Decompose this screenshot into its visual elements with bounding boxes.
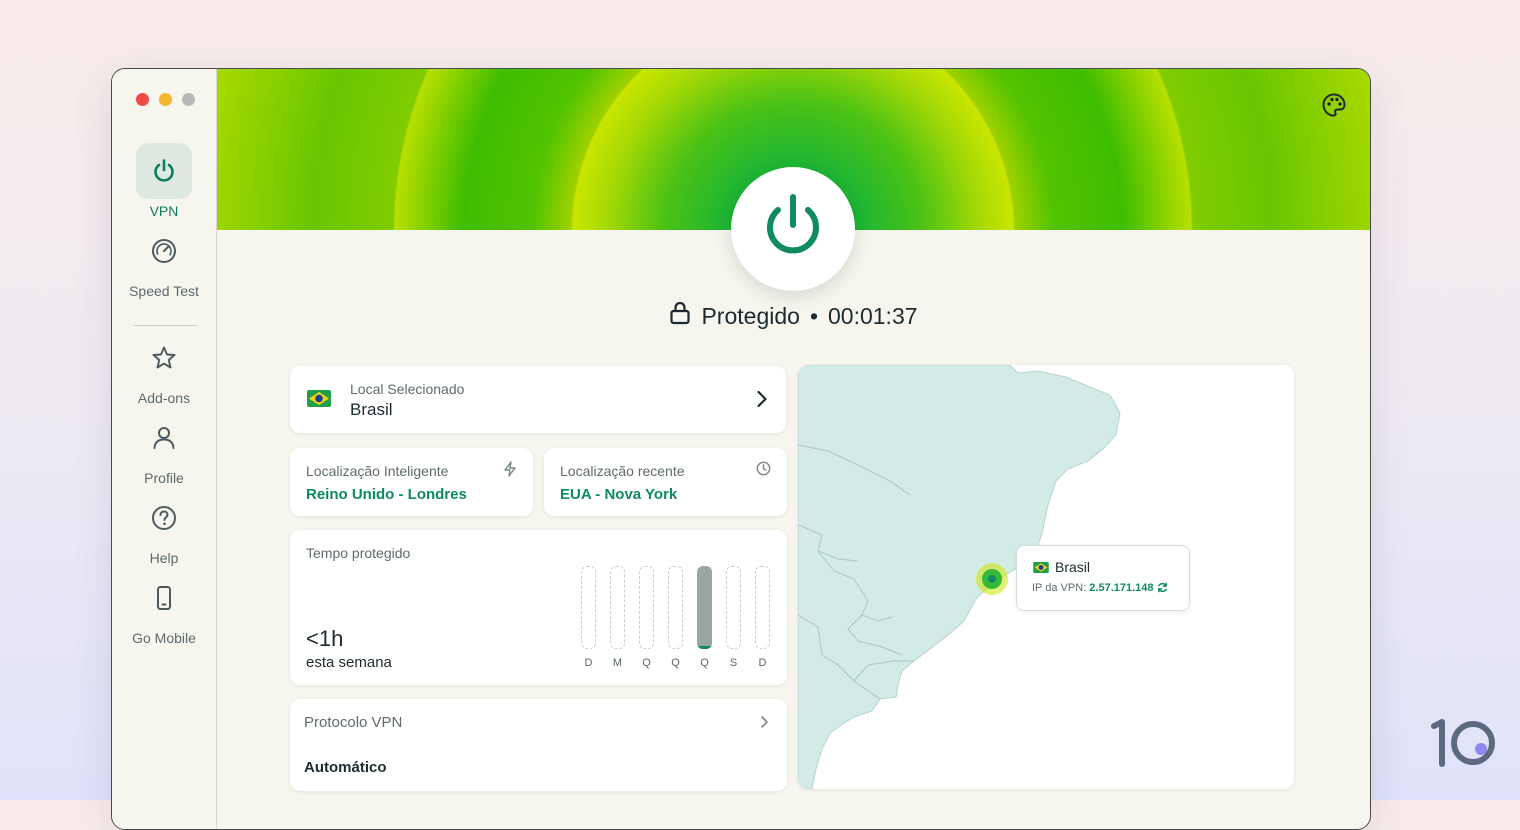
day-label: Q — [671, 657, 680, 669]
sidebar-item-label: VPN — [149, 203, 179, 219]
day-bar — [581, 566, 596, 649]
zoom-window-button[interactable] — [182, 93, 195, 106]
recent-location-caption: Localização recente — [560, 463, 685, 479]
popup-country: Brasil — [1055, 559, 1091, 575]
vpn-protocol-card[interactable]: Protocolo VPN Automático — [290, 699, 787, 791]
day-column: S — [725, 566, 742, 669]
close-window-button[interactable] — [136, 93, 149, 106]
day-column: M — [609, 566, 626, 669]
user-icon — [136, 410, 192, 466]
popup-ip-label: IP da VPN: — [1032, 582, 1087, 594]
connection-status: Protegido • 00:01:37 — [217, 301, 1370, 331]
day-label: S — [729, 657, 738, 669]
day-bar — [726, 566, 741, 649]
day-column: D — [754, 566, 771, 669]
window-controls — [136, 93, 195, 106]
phone-icon — [136, 570, 192, 626]
brazil-flag-icon — [1033, 560, 1049, 578]
app-window: VPN Speed Test Add-ons Profile Help Go M… — [111, 68, 1371, 830]
power-icon — [136, 143, 192, 199]
sidebar-item-vpn[interactable]: VPN — [112, 143, 216, 219]
day-label: Q — [642, 657, 651, 669]
selected-location-caption: Local Selecionado — [350, 381, 465, 397]
protected-time-period: esta semana — [306, 654, 392, 671]
sidebar-item-label: Go Mobile — [132, 630, 196, 646]
day-bar — [610, 566, 625, 649]
sidebar-item-go-mobile[interactable]: Go Mobile — [112, 570, 216, 646]
question-icon — [136, 490, 192, 546]
protected-time-card: Tempo protegido <1h esta semana D M Q Q … — [290, 530, 787, 685]
day-column: Q — [638, 566, 655, 669]
sidebar-item-label: Speed Test — [129, 283, 199, 299]
day-label: M — [612, 657, 623, 669]
brazil-flag-icon — [307, 390, 331, 412]
vpn-protocol-caption: Protocolo VPN — [304, 714, 403, 731]
weekly-bars: D M Q Q Q S D — [580, 566, 771, 669]
day-bar — [755, 566, 770, 649]
palette-icon[interactable] — [1320, 91, 1348, 119]
chevron-right-icon — [760, 715, 769, 734]
main-panel: Protegido • 00:01:37 Local Selecionado B… — [217, 69, 1370, 829]
star-icon — [136, 330, 192, 386]
day-label: D — [584, 657, 593, 669]
protected-time-value: <1h — [306, 626, 344, 651]
vpn-protocol-value: Automático — [304, 759, 387, 776]
connect-toggle-button[interactable] — [731, 167, 855, 291]
sidebar-item-profile[interactable]: Profile — [112, 410, 216, 486]
day-label: D — [758, 657, 767, 669]
lock-icon — [669, 301, 691, 331]
sidebar-item-speed-test[interactable]: Speed Test — [112, 223, 216, 299]
power-icon — [761, 193, 825, 266]
selected-location-card[interactable]: Local Selecionado Brasil — [290, 366, 786, 433]
sidebar-item-help[interactable]: Help — [112, 490, 216, 566]
day-bar — [639, 566, 654, 649]
popup-ip-value: 2.57.171.148 — [1089, 582, 1154, 594]
connection-timer: 00:01:37 — [828, 302, 918, 329]
status-label: Protegido — [701, 302, 800, 329]
day-column: D — [580, 566, 597, 669]
refresh-icon[interactable] — [1157, 582, 1168, 596]
day-label: Q — [700, 657, 709, 669]
sidebar-item-label: Help — [149, 550, 179, 566]
smart-location-card[interactable]: Localização Inteligente Reino Unido - Lo… — [290, 448, 533, 516]
lightning-icon — [503, 461, 517, 482]
speedometer-icon — [136, 223, 192, 279]
minimize-window-button[interactable] — [159, 93, 172, 106]
sidebar-item-add-ons[interactable]: Add-ons — [112, 330, 216, 406]
location-popup: Brasil IP da VPN: 2.57.171.148 — [1016, 545, 1190, 611]
day-column: Q — [667, 566, 684, 669]
selected-location-value: Brasil — [350, 400, 393, 419]
smart-location-caption: Localização Inteligente — [306, 463, 449, 479]
day-bar — [668, 566, 683, 649]
chevron-right-icon — [756, 390, 768, 413]
day-column: Q — [696, 566, 713, 669]
sidebar-item-label: Add-ons — [137, 390, 191, 406]
popup-ip-row: IP da VPN: 2.57.171.148 — [1032, 582, 1168, 596]
recent-location-value: EUA - Nova York — [560, 486, 678, 503]
protected-time-caption: Tempo protegido — [306, 545, 411, 561]
status-separator: • — [809, 302, 818, 329]
day-bar-active — [697, 566, 712, 649]
recent-location-card[interactable]: Localização recente EUA - Nova York — [544, 448, 787, 516]
sidebar: VPN Speed Test Add-ons Profile Help Go M… — [112, 69, 217, 829]
brand-logo — [1430, 718, 1498, 773]
sidebar-item-label: Profile — [144, 470, 184, 486]
smart-location-value: Reino Unido - Londres — [306, 486, 467, 503]
clock-icon — [756, 461, 771, 481]
sidebar-divider — [133, 325, 197, 326]
server-map[interactable]: Brasil IP da VPN: 2.57.171.148 — [798, 365, 1294, 789]
